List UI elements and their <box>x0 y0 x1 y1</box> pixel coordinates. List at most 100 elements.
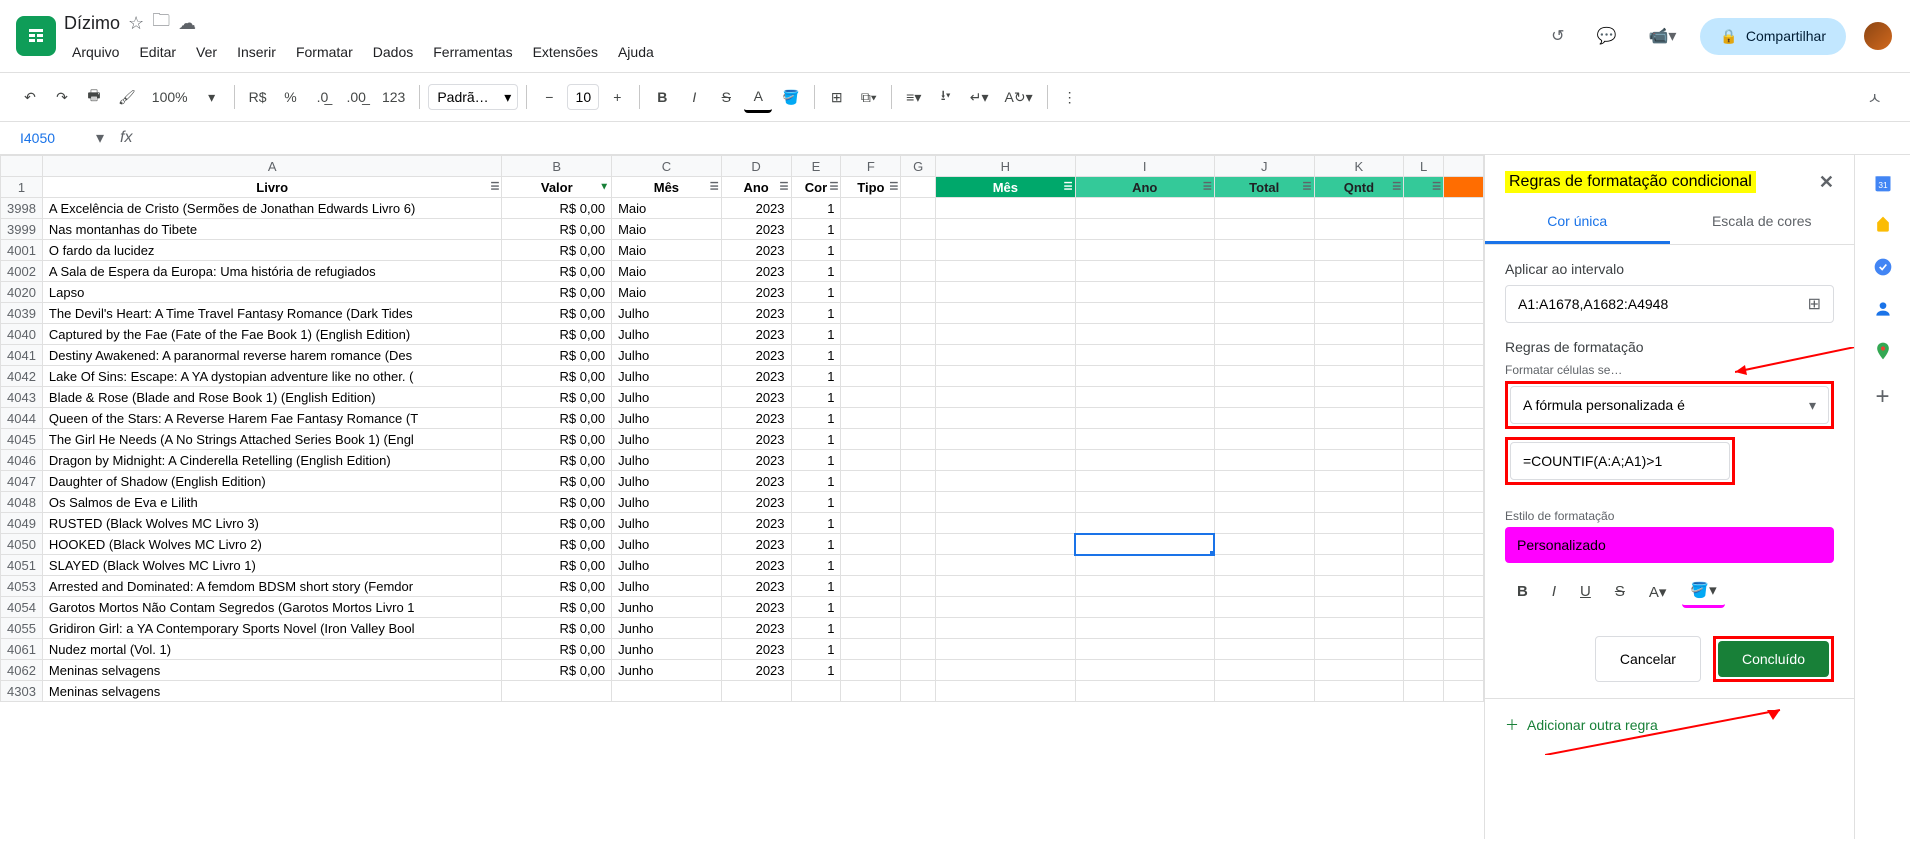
cell-mes[interactable]: Julho <box>612 387 722 408</box>
cell[interactable] <box>1404 219 1444 240</box>
row-header[interactable]: 4303 <box>1 681 43 702</box>
cell-valor[interactable]: R$ 0,00 <box>502 429 612 450</box>
keep-icon[interactable] <box>1873 215 1893 235</box>
cell[interactable] <box>936 471 1075 492</box>
header-blank[interactable]: ☰ <box>1404 177 1444 198</box>
cell[interactable] <box>1214 450 1314 471</box>
header-valor[interactable]: Valor▼ <box>502 177 612 198</box>
bold-icon[interactable]: B <box>1509 577 1536 606</box>
cell-mes[interactable]: Julho <box>612 492 722 513</box>
cell[interactable] <box>841 261 901 282</box>
cell-cor[interactable]: 1 <box>791 282 841 303</box>
cell[interactable] <box>1314 660 1404 681</box>
cell[interactable] <box>901 282 936 303</box>
cell-cor[interactable]: 1 <box>791 576 841 597</box>
cell-ano[interactable]: 2023 <box>721 534 791 555</box>
cell[interactable] <box>936 324 1075 345</box>
cell[interactable] <box>901 597 936 618</box>
contacts-icon[interactable] <box>1873 299 1893 319</box>
name-box[interactable] <box>16 126 96 150</box>
cell[interactable] <box>1314 618 1404 639</box>
cell[interactable] <box>1314 282 1404 303</box>
strike-icon[interactable]: S <box>1607 577 1633 606</box>
column-header[interactable]: K <box>1314 156 1404 177</box>
cell-cor[interactable]: 1 <box>791 219 841 240</box>
cell[interactable] <box>841 240 901 261</box>
cell-cor[interactable]: 1 <box>791 387 841 408</box>
collapse-toolbar-icon[interactable]: ㅅ <box>1855 79 1894 115</box>
cell[interactable] <box>936 513 1075 534</box>
cell-ano[interactable]: 2023 <box>721 261 791 282</box>
cell-ano[interactable]: 2023 <box>721 555 791 576</box>
cell[interactable] <box>936 597 1075 618</box>
row-header[interactable]: 4055 <box>1 618 43 639</box>
cell-valor[interactable]: R$ 0,00 <box>502 387 612 408</box>
zoom-dropdown-icon[interactable]: ▾ <box>198 83 226 112</box>
cell-livro[interactable]: Dragon by Midnight: A Cinderella Retelli… <box>42 450 502 471</box>
cell[interactable] <box>1314 555 1404 576</box>
menu-arquivo[interactable]: Arquivo <box>64 40 127 64</box>
cell[interactable] <box>1214 387 1314 408</box>
cell[interactable] <box>1314 681 1404 702</box>
row-header[interactable]: 4062 <box>1 660 43 681</box>
rule-type-select[interactable]: A fórmula personalizada é <box>1510 386 1829 424</box>
cell-mes[interactable] <box>612 681 722 702</box>
wrap-icon[interactable]: ↵▾ <box>964 83 995 112</box>
cell-mes[interactable]: Julho <box>612 450 722 471</box>
cell[interactable] <box>1214 597 1314 618</box>
menu-ferramentas[interactable]: Ferramentas <box>425 40 520 64</box>
column-header[interactable]: H <box>936 156 1075 177</box>
cell[interactable] <box>936 261 1075 282</box>
menu-extensoes[interactable]: Extensões <box>525 40 606 64</box>
tab-single-color[interactable]: Cor única <box>1485 201 1670 244</box>
font-select[interactable]: Padrã… ▾ <box>428 84 518 110</box>
cell[interactable] <box>936 366 1075 387</box>
cell-ano[interactable]: 2023 <box>721 513 791 534</box>
cell[interactable] <box>901 429 936 450</box>
cell[interactable] <box>1404 345 1444 366</box>
cell[interactable] <box>841 429 901 450</box>
cell[interactable] <box>901 240 936 261</box>
cell-mes[interactable]: Julho <box>612 576 722 597</box>
cell[interactable] <box>901 660 936 681</box>
cell[interactable] <box>1075 618 1214 639</box>
cell[interactable] <box>841 366 901 387</box>
cell-cor[interactable]: 1 <box>791 534 841 555</box>
cell-valor[interactable]: R$ 0,00 <box>502 513 612 534</box>
cell[interactable] <box>841 681 901 702</box>
redo-icon[interactable]: ↷ <box>48 83 76 112</box>
cell[interactable] <box>1444 408 1484 429</box>
cell-mes[interactable]: Maio <box>612 261 722 282</box>
cell[interactable] <box>936 387 1075 408</box>
calendar-icon[interactable]: 31 <box>1873 173 1893 193</box>
column-header[interactable]: E <box>791 156 841 177</box>
font-size-input[interactable] <box>567 84 599 110</box>
cell[interactable] <box>1444 576 1484 597</box>
cell[interactable] <box>1075 513 1214 534</box>
cell-livro[interactable]: Arrested and Dominated: A femdom BDSM sh… <box>42 576 502 597</box>
cell[interactable] <box>841 387 901 408</box>
cell-livro[interactable]: The Devil's Heart: A Time Travel Fantasy… <box>42 303 502 324</box>
cell-livro[interactable]: Queen of the Stars: A Reverse Harem Fae … <box>42 408 502 429</box>
row-header[interactable]: 4040 <box>1 324 43 345</box>
cell[interactable] <box>1314 261 1404 282</box>
cell[interactable] <box>901 303 936 324</box>
cell[interactable] <box>1444 345 1484 366</box>
cell[interactable] <box>1075 660 1214 681</box>
header-ano2[interactable]: Ano☰ <box>1075 177 1214 198</box>
cell[interactable] <box>841 534 901 555</box>
meet-icon[interactable]: 📹▾ <box>1640 18 1684 54</box>
cell-mes[interactable]: Junho <box>612 660 722 681</box>
cell[interactable] <box>901 219 936 240</box>
menu-editar[interactable]: Editar <box>131 40 184 64</box>
cell[interactable] <box>1214 261 1314 282</box>
cell-mes[interactable]: Junho <box>612 597 722 618</box>
cell[interactable] <box>1075 534 1214 555</box>
cell[interactable] <box>1214 324 1314 345</box>
cell-cor[interactable]: 1 <box>791 345 841 366</box>
cell[interactable] <box>841 198 901 219</box>
cell[interactable] <box>1404 282 1444 303</box>
column-header[interactable]: C <box>612 156 722 177</box>
cell[interactable] <box>1404 597 1444 618</box>
cell-valor[interactable]: R$ 0,00 <box>502 639 612 660</box>
